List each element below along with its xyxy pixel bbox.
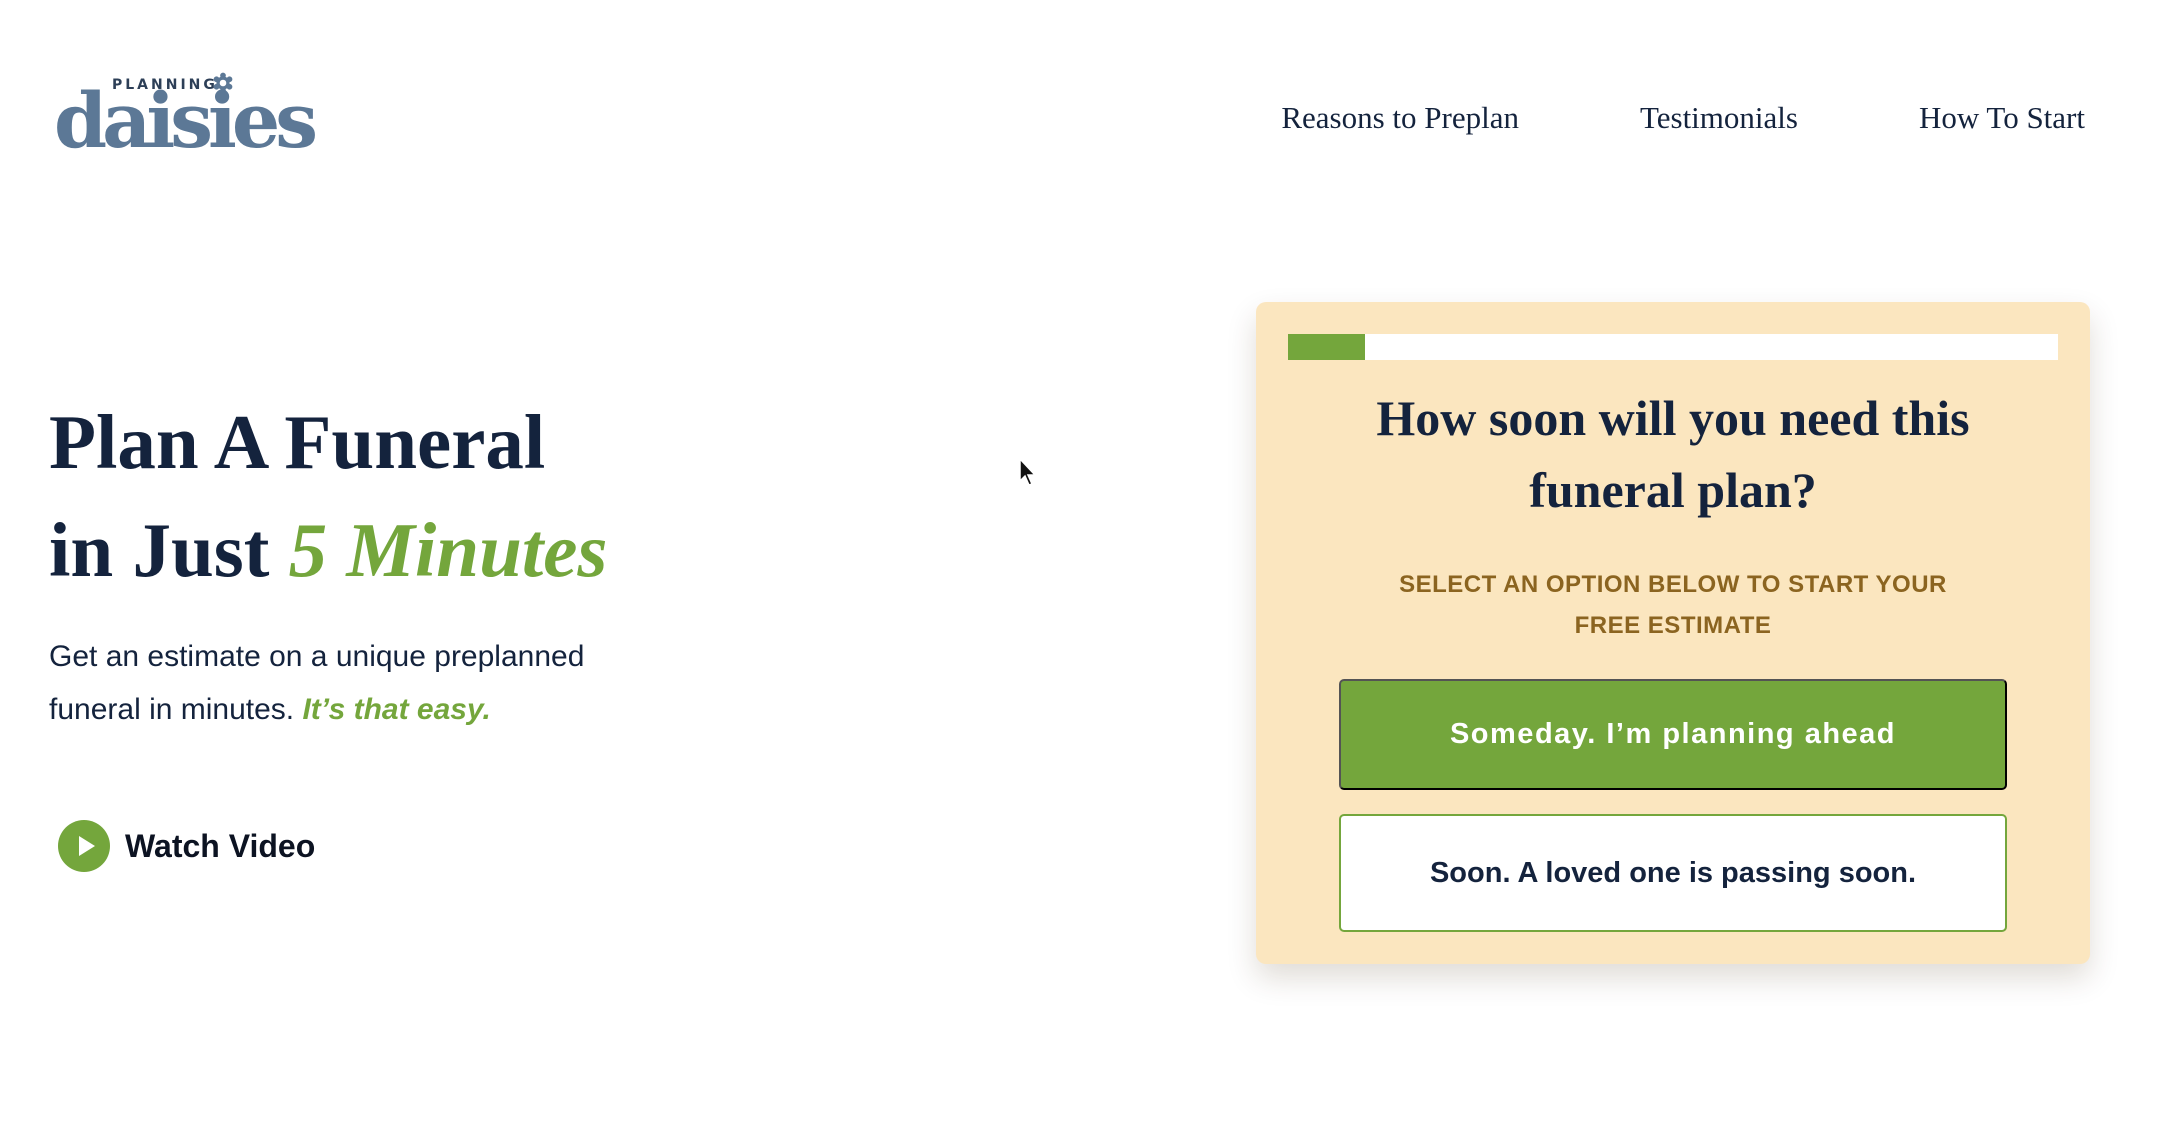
option-passing-soon-button[interactable]: Soon. A loved one is passing soon. [1339,814,2007,932]
logo-daisies-wordmark: daisies [54,76,318,165]
quiz-instruction: SELECT AN OPTION BELOW TO START YOUR FRE… [1366,564,1980,646]
hero-title-accent: 5 Minutes [288,507,608,593]
estimate-quiz-card: How soon will you need this funeral plan… [1256,302,2090,964]
hero-subtitle-line2: funeral in minutes. [49,693,303,726]
nav-link-testimonials[interactable]: Testimonials [1640,100,1798,136]
watch-video-label: Watch Video [125,827,316,864]
hero-title-line1: Plan A Funeral [49,399,546,485]
option-planning-ahead-label: Someday. I’m planning ahead [1449,718,1897,750]
play-icon[interactable] [58,820,110,872]
quiz-progress-bar [1288,334,2058,360]
hero-title-line2: in Just [49,507,289,593]
planning-daisies-logo[interactable]: PLANNING daisies [54,72,324,162]
quiz-progress-fill [1288,334,1365,360]
hero-title: Plan A Funeral in Just 5 Minutes [49,388,607,604]
quiz-instruction-line1: SELECT AN OPTION BELOW TO START YOUR [1399,571,1947,598]
nav-link-reasons-to-preplan[interactable]: Reasons to Preplan [1281,100,1519,136]
quiz-instruction-line2: FREE ESTIMATE [1574,612,1772,639]
hero-subtitle-accent: It’s that easy. [302,693,491,726]
quiz-question: How soon will you need this funeral plan… [1376,390,1970,518]
watch-video-button[interactable]: Watch Video [58,820,315,872]
hero-subtitle-line1: Get an estimate on a unique preplanned [49,640,585,673]
nav-link-how-to-start[interactable]: How To Start [1919,100,2085,136]
option-passing-soon-label: Soon. A loved one is passing soon. [1429,856,1917,889]
mouse-cursor-icon [1019,457,1037,486]
option-planning-ahead-button[interactable]: Someday. I’m planning ahead [1339,679,2007,790]
hero-subtitle: Get an estimate on a unique preplanned f… [49,630,669,736]
play-triangle [78,836,95,856]
main-navigation: Reasons to Preplan Testimonials How To S… [1281,100,2085,136]
